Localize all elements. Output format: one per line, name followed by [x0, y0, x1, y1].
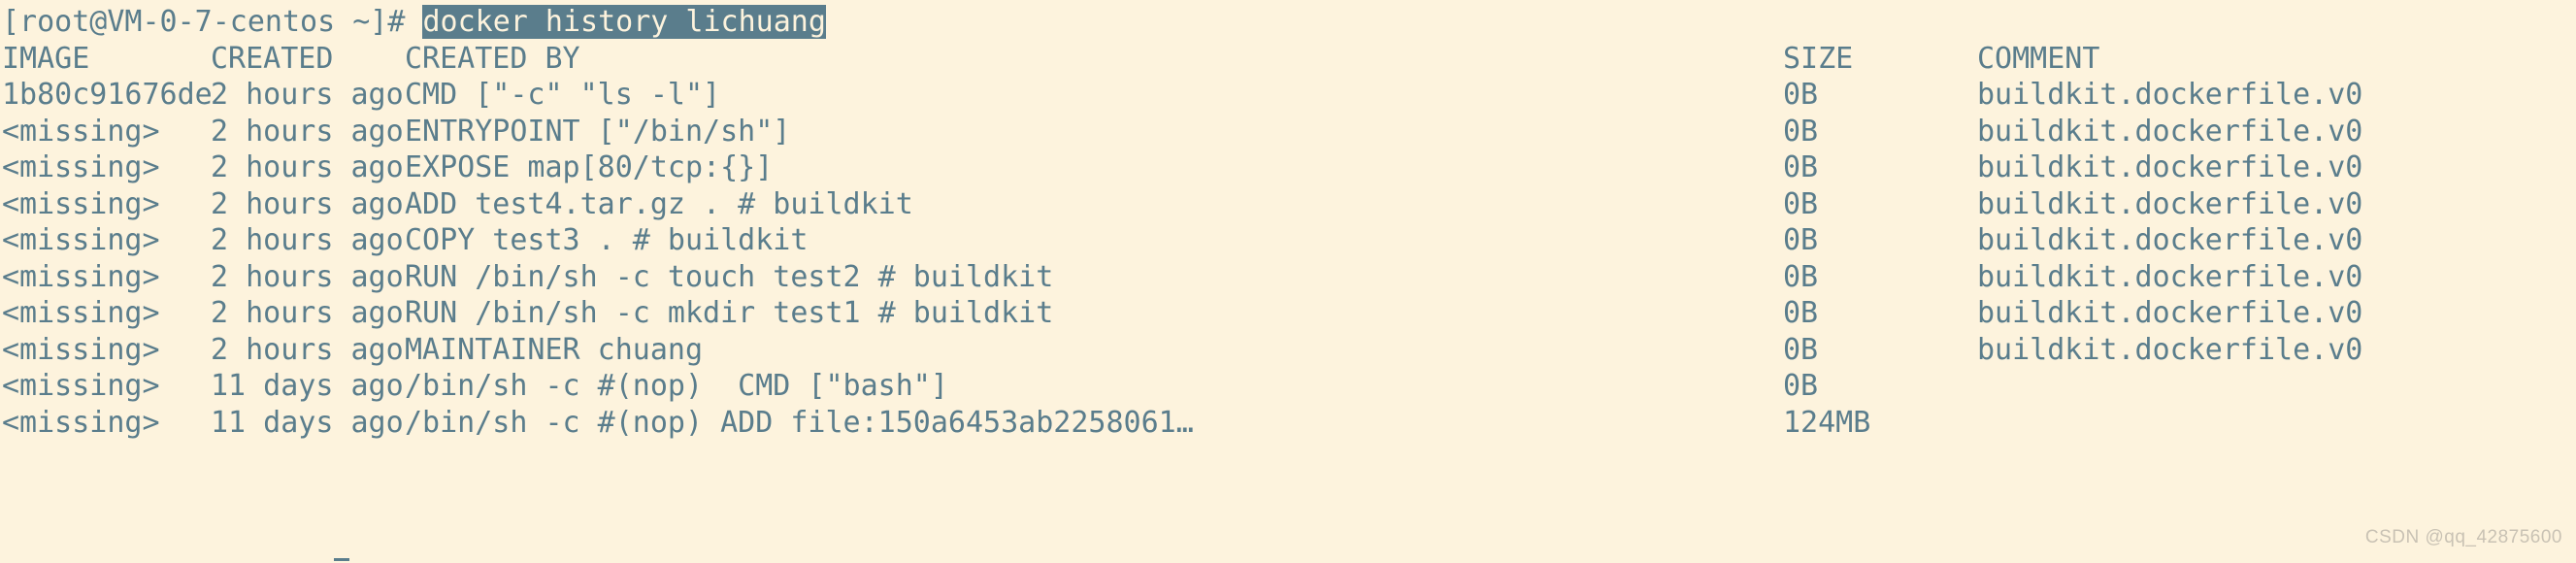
cell-created-by: RUN /bin/sh -c mkdir test1 # buildkit	[405, 296, 1054, 330]
header-size: SIZE	[1783, 41, 1854, 76]
header-created-by: CREATED BY	[405, 41, 580, 76]
table-header-row: IMAGE CREATED CREATED BY SIZE COMMENT	[2, 41, 2576, 78]
cell-size: 0B	[1783, 78, 1819, 112]
cell-comment: buildkit.dockerfile.v0	[1977, 78, 2363, 112]
prompt-line: [root@VM-0-7-centos ~]# docker history l…	[2, 4, 2576, 41]
text-cursor	[334, 558, 349, 561]
table-row: <missing> 2 hours agoMAINTAINER chuang 0B b…	[2, 332, 2576, 369]
cell-image: 1b80c91676de	[2, 78, 213, 112]
table-row: <missing> 2 hours agoRUN /bin/sh -c mkdir…	[2, 295, 2576, 332]
cell-created-by: MAINTAINER chuang	[405, 332, 704, 367]
cell-size: 0B	[1783, 223, 1819, 257]
terminal-window[interactable]: [root@VM-0-7-centos ~]# docker history l…	[0, 0, 2576, 563]
cell-size: 124MB	[1783, 405, 1871, 440]
cell-created-by: EXPOSE map[80/tcp:{}]	[405, 150, 774, 184]
cell-created: 2 hours ago	[211, 186, 404, 221]
cell-image: <missing>	[2, 296, 160, 330]
cell-image: <missing>	[2, 259, 160, 294]
header-image: IMAGE	[2, 41, 90, 76]
cell-created: 2 hours ago	[211, 114, 404, 149]
cell-created: 2 hours ago	[211, 259, 404, 294]
cell-size: 0B	[1783, 150, 1819, 184]
cell-comment: buildkit.dockerfile.v0	[1977, 150, 2363, 184]
cell-size: 0B	[1783, 186, 1819, 221]
cell-comment: buildkit.dockerfile.v0	[1977, 296, 2363, 330]
cell-created: 2 hours ago	[211, 296, 404, 330]
cell-created-by: ADD test4.tar.gz . # buildkit	[405, 186, 913, 221]
table-row: <missing> 2 hours agoENTRYPOINT ["/bin/sh…	[2, 114, 2576, 150]
cell-comment: buildkit.dockerfile.v0	[1977, 223, 2363, 257]
cell-image: <missing>	[2, 223, 160, 257]
cell-comment: buildkit.dockerfile.v0	[1977, 259, 2363, 294]
cell-size: 0B	[1783, 259, 1819, 294]
cell-created-by: COPY test3 . # buildkit	[405, 223, 809, 257]
table-row: <missing> 2 hours agoRUN /bin/sh -c touch…	[2, 259, 2576, 296]
cell-image: <missing>	[2, 369, 160, 403]
header-comment: COMMENT	[1977, 41, 2100, 76]
table-row: 1b80c91676de2 hours agoCMD ["-c" "ls -l"…	[2, 77, 2576, 114]
cell-size: 0B	[1783, 332, 1819, 367]
cell-comment: buildkit.dockerfile.v0	[1977, 186, 2363, 221]
cell-created: 11 days ago	[211, 405, 404, 440]
cell-comment: buildkit.dockerfile.v0	[1977, 332, 2363, 367]
cell-image: <missing>	[2, 186, 160, 221]
command-input[interactable]: docker history lichuang	[422, 5, 826, 39]
cell-created: 2 hours ago	[211, 78, 404, 112]
cell-created: 2 hours ago	[211, 150, 404, 184]
shell-prompt: [root@VM-0-7-centos ~]#	[2, 5, 423, 39]
table-row: <missing> 2 hours agoEXPOSE map[80/tcp:{}…	[2, 149, 2576, 186]
csdn-watermark: CSDN @qq_42875600	[2364, 526, 2562, 547]
table-row: <missing> 2 hours agoCOPY test3 . # build…	[2, 222, 2576, 259]
cell-image: <missing>	[2, 114, 160, 149]
cell-size: 0B	[1783, 296, 1819, 330]
cell-comment: buildkit.dockerfile.v0	[1977, 114, 2363, 149]
header-created: CREATED	[211, 41, 334, 76]
table-row: <missing> 2 hours agoADD test4.tar.gz . #…	[2, 186, 2576, 223]
table-row: <missing> 11 days ago/bin/sh -c #(nop) CM…	[2, 368, 2576, 405]
cell-created: 11 days ago	[211, 369, 404, 403]
cell-size: 0B	[1783, 369, 1819, 403]
cell-created: 2 hours ago	[211, 332, 404, 367]
cell-image: <missing>	[2, 332, 160, 367]
cell-created-by: RUN /bin/sh -c touch test2 # buildkit	[405, 259, 1054, 294]
cell-created-by: /bin/sh -c #(nop) CMD ["bash"]	[405, 369, 948, 403]
cell-created-by: /bin/sh -c #(nop) ADD file:150a6453ab225…	[405, 405, 1194, 440]
cell-size: 0B	[1783, 114, 1819, 149]
cell-image: <missing>	[2, 405, 160, 440]
cell-image: <missing>	[2, 150, 160, 184]
cell-created-by: CMD ["-c" "ls -l"]	[405, 78, 721, 112]
cell-created: 2 hours ago	[211, 223, 404, 257]
table-row: <missing> 11 days ago/bin/sh -c #(nop) AD…	[2, 405, 2576, 442]
cell-created-by: ENTRYPOINT ["/bin/sh"]	[405, 114, 791, 149]
